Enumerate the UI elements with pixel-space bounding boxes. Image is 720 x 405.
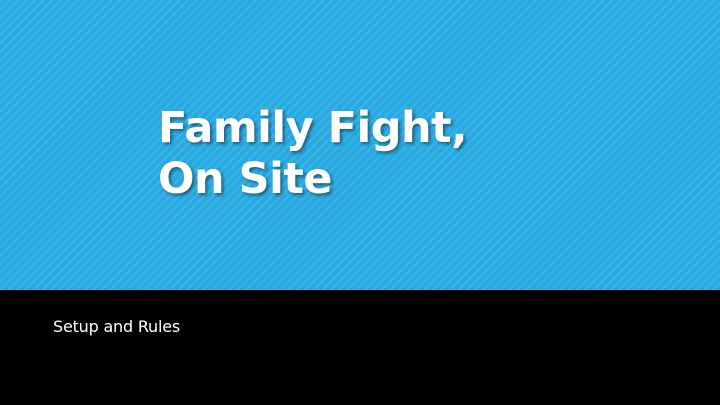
slide-title-line-2: On Site: [158, 154, 333, 204]
slide-subtitle: Setup and Rules: [53, 317, 181, 336]
slide-title-line-1: Family Fight,: [158, 103, 468, 153]
subtitle-panel: [0, 290, 720, 405]
slide-title: Family Fight, On Site: [158, 103, 678, 205]
presentation-slide: Family Fight, On Site Setup and Rules: [0, 0, 720, 405]
